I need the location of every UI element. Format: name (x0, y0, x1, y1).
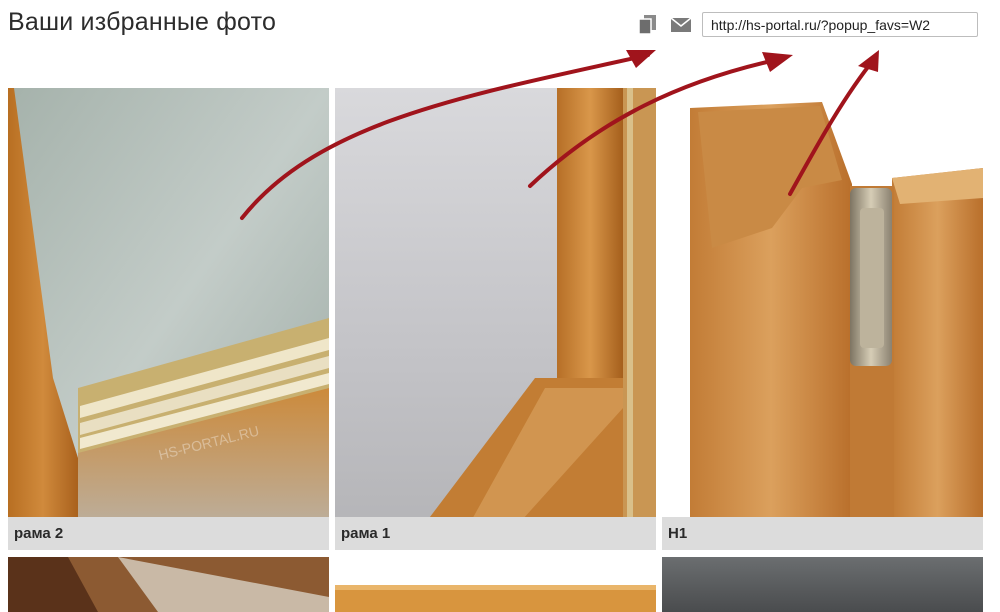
arrowhead (626, 50, 656, 68)
photo-caption: H1 (662, 517, 983, 550)
photo-tile[interactable] (8, 557, 329, 612)
photo-tile[interactable] (662, 557, 983, 612)
photo-image (662, 557, 983, 612)
photo-tile[interactable]: H1 (662, 88, 983, 550)
arrowhead (762, 52, 793, 72)
copy-icon[interactable] (636, 13, 660, 37)
photo-image: HS-PORTAL.RU (8, 88, 329, 550)
photo-image (8, 557, 329, 612)
photo-tile[interactable] (335, 557, 656, 612)
photo-tile[interactable]: HS-PORTAL.RU рама 2 (8, 88, 329, 550)
photo-image (335, 88, 656, 550)
mail-icon[interactable] (669, 13, 693, 37)
photo-caption: рама 1 (335, 517, 656, 550)
arrowhead (858, 50, 879, 72)
share-link-field[interactable] (702, 12, 978, 37)
page-title: Ваши избранные фото (8, 8, 277, 36)
photo-image (662, 88, 983, 550)
photo-image (335, 557, 656, 612)
photo-tile[interactable]: рама 1 (335, 88, 656, 550)
photo-caption: рама 2 (8, 517, 329, 550)
